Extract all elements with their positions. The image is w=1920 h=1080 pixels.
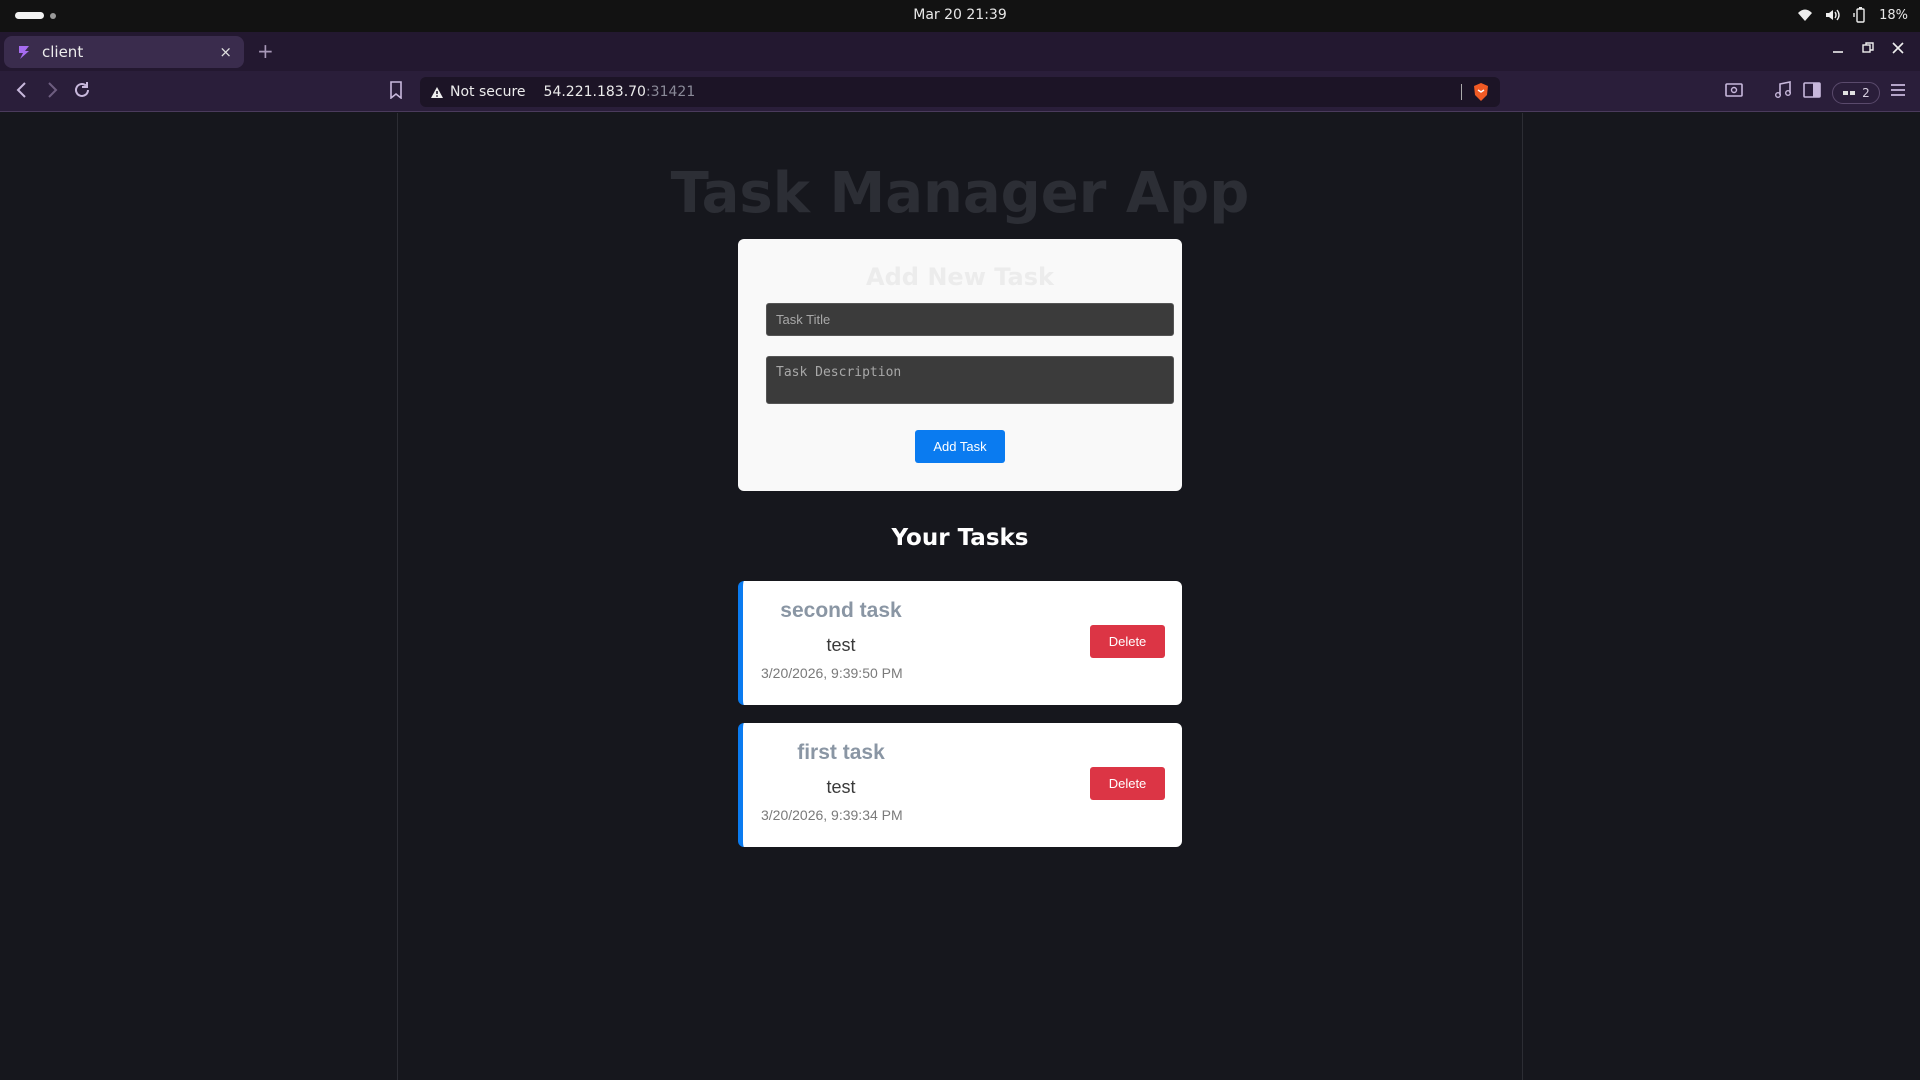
close-window-icon[interactable] [1892,42,1904,54]
task-description: test [826,777,856,797]
battery-percentage: 18% [1879,7,1908,23]
system-status-area[interactable]: 18% [1797,7,1908,23]
minimize-icon[interactable] [1832,42,1844,54]
window-controls [1832,42,1904,54]
task-title-input[interactable] [766,303,1174,336]
task-title: first task [797,741,885,764]
os-clock[interactable]: Mar 20 21:39 [0,7,1920,23]
tasks-heading: Your Tasks [891,525,1029,551]
form-heading: Add New Task [866,263,1054,291]
reload-icon[interactable] [73,81,91,99]
url-port: :31421 [645,84,696,100]
app-favicon-icon [19,46,29,59]
task-description-input[interactable] [766,356,1174,404]
app-title: Task Manager App [670,161,1250,226]
add-task-button[interactable]: Add Task [915,430,1005,463]
volume-icon [1826,9,1840,21]
add-task-form: Add New Task Add Task [738,239,1182,491]
menu-icon[interactable] [1889,81,1907,99]
tab-strip: client × + [0,32,1920,71]
delete-task-button[interactable]: Delete [1090,625,1165,658]
tab-title: client [42,43,84,61]
wifi-icon [1798,9,1813,21]
restore-icon[interactable] [1862,42,1874,54]
new-tab-button[interactable]: + [257,40,274,62]
task-date: 3/20/2026, 9:39:50 PM [761,665,903,681]
warning-icon [431,86,443,98]
media-icon[interactable] [1774,81,1792,99]
task-text: second task test [761,599,921,656]
task-card: second task test 3/20/2026, 9:39:50 PM D… [738,581,1182,705]
wallet-button[interactable]: 2 [1832,82,1880,104]
task-text: first task test [761,741,921,798]
security-label[interactable]: Not secure [450,84,526,100]
tab-close-icon[interactable]: × [219,43,232,61]
tab-client[interactable]: client × [4,36,244,68]
delete-task-button[interactable]: Delete [1090,767,1165,800]
bookmark-icon[interactable] [389,81,403,99]
browser-toolbar: Not secure 54.221.183.70:31421 2 [0,71,1920,112]
battery-icon [1853,7,1865,23]
page-viewport: Task Manager App Add New Task Add Task Y… [0,113,1920,1080]
task-title: second task [780,599,902,622]
task-description: test [826,635,856,655]
forward-icon[interactable] [44,81,60,99]
wallet-count: 2 [1862,86,1870,100]
screenshot-icon[interactable] [1725,81,1743,99]
os-top-bar: Mar 20 21:39 18% [0,0,1920,32]
url-host: 54.221.183.70 [543,84,646,100]
sidebar-toggle-icon[interactable] [1803,81,1821,99]
task-date: 3/20/2026, 9:39:34 PM [761,807,903,823]
brave-shields-icon[interactable] [1472,82,1490,102]
task-card: first task test 3/20/2026, 9:39:34 PM De… [738,723,1182,847]
wallet-icon [1843,91,1856,95]
back-icon[interactable] [14,81,30,99]
address-bar-separator [1461,84,1462,100]
address-bar[interactable]: Not secure 54.221.183.70:31421 [420,77,1500,107]
